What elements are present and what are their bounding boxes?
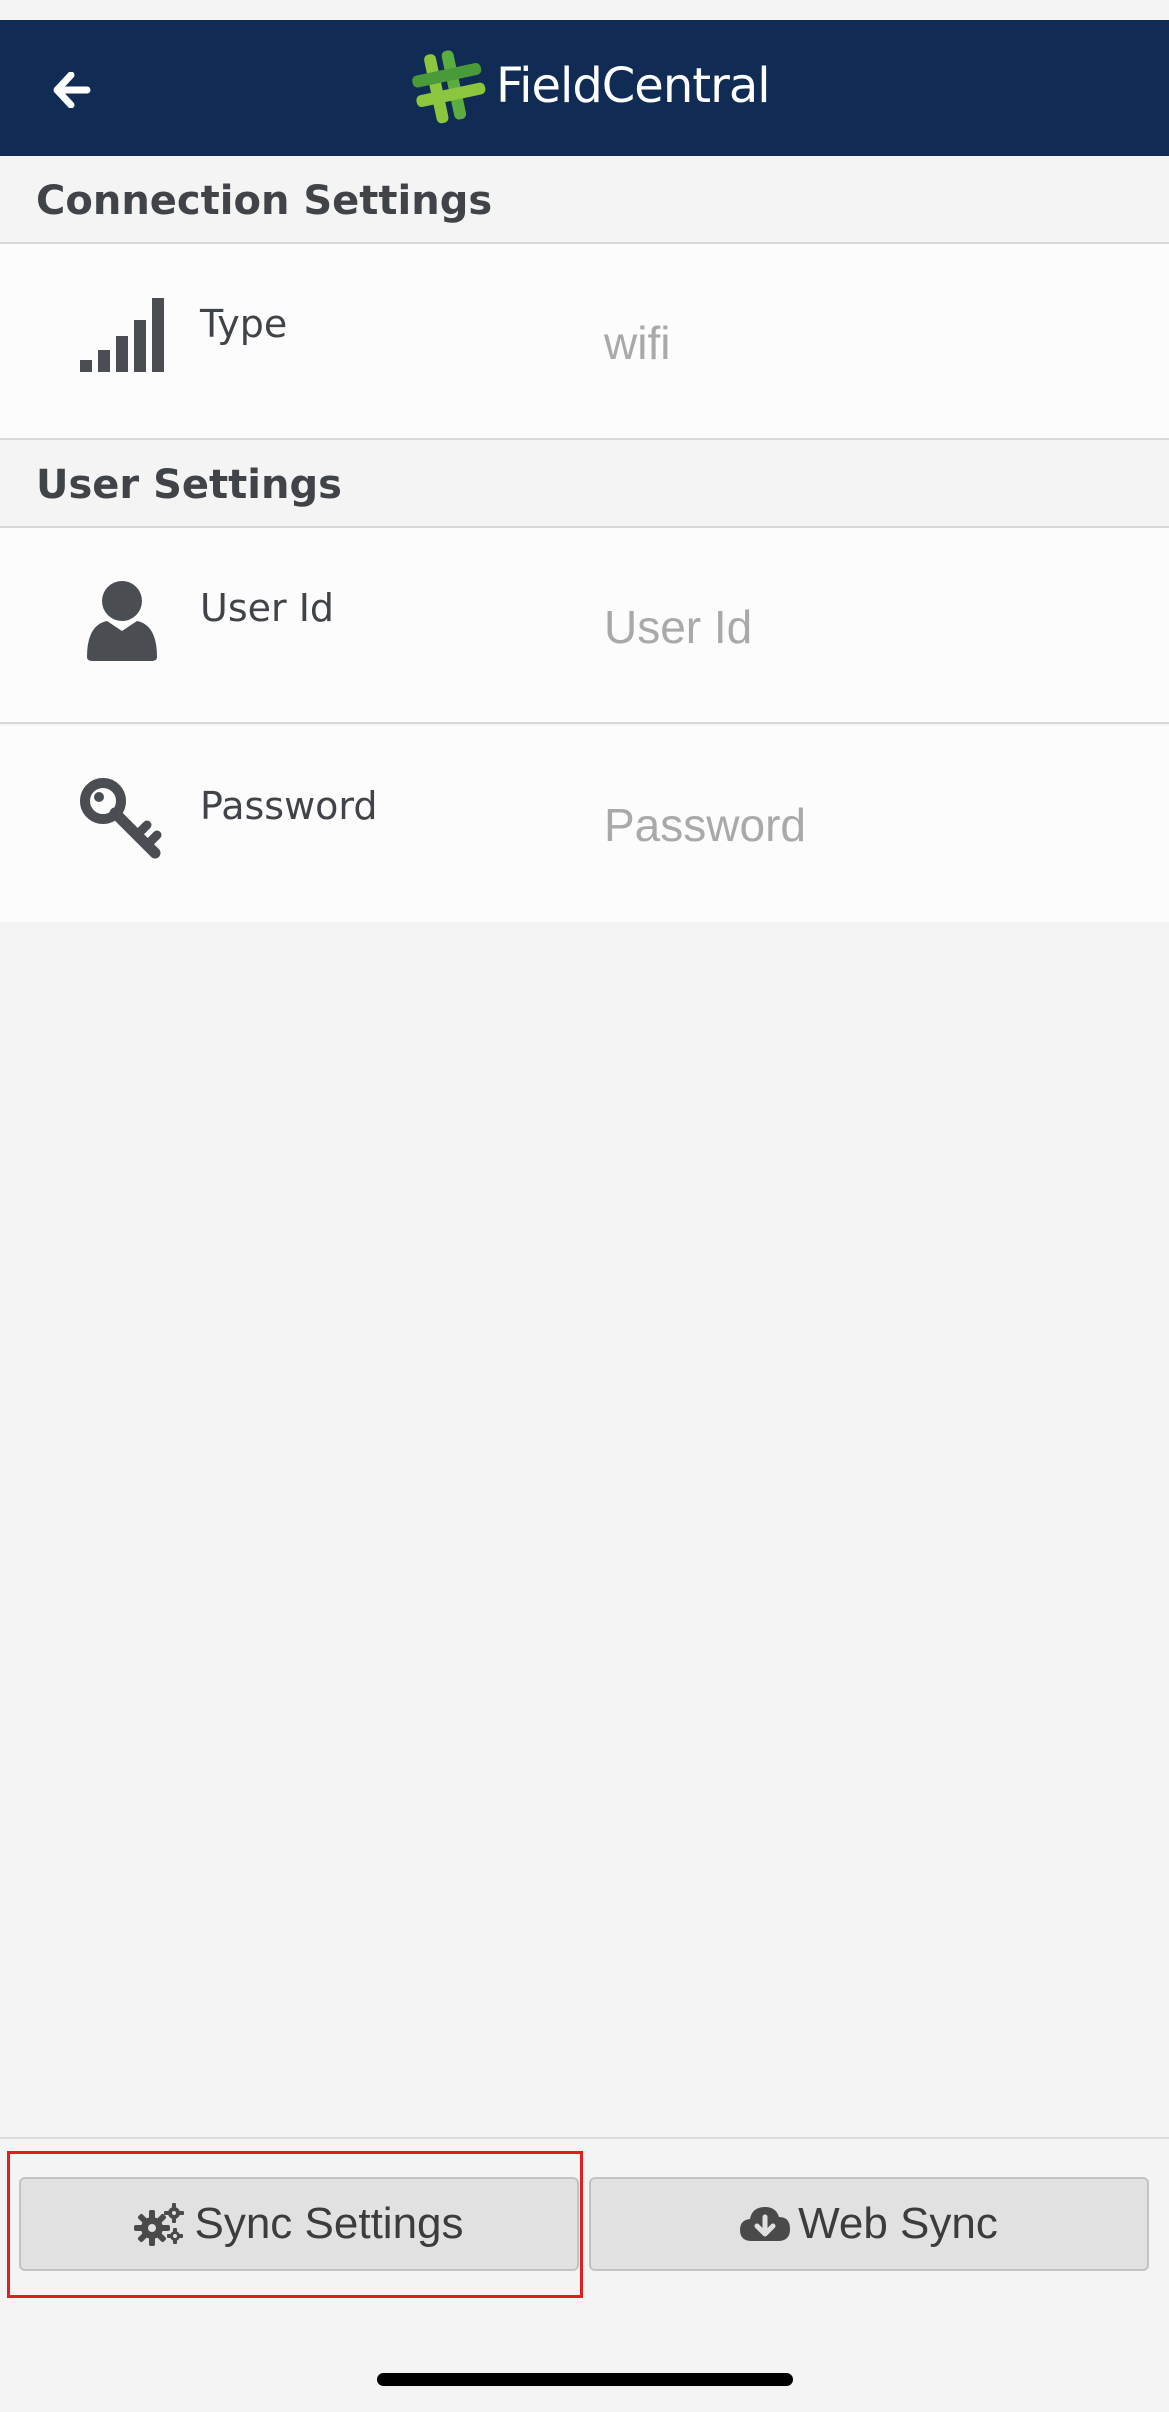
user-id-input[interactable] <box>604 600 1124 654</box>
app-header: FieldCentral <box>0 20 1169 156</box>
back-button[interactable] <box>44 62 100 118</box>
row-label: User Id <box>200 586 335 630</box>
cloud-download-icon <box>740 2207 791 2241</box>
signal-bars-icon <box>72 284 172 384</box>
gears-icon <box>134 2203 185 2246</box>
footer-divider <box>0 2137 1169 2139</box>
connection-type-value: wifi <box>604 317 671 369</box>
key-icon <box>72 768 172 868</box>
back-arrow-icon <box>53 72 91 108</box>
brand-name: FieldCentral <box>496 58 771 114</box>
section-title: Connection Settings <box>36 178 493 224</box>
row-label: Type <box>200 302 288 346</box>
password-row: Password <box>0 726 1169 922</box>
section-title: User Settings <box>36 462 342 508</box>
section-header-connection: Connection Settings <box>0 156 1169 244</box>
user-id-row: User Id <box>0 528 1169 724</box>
fieldcentral-logo-icon <box>412 50 486 124</box>
connection-type-row[interactable]: Type wifi <box>0 244 1169 440</box>
section-header-user: User Settings <box>0 440 1169 528</box>
row-label: Password <box>200 784 378 828</box>
brand-logo: FieldCentral <box>408 34 771 138</box>
user-icon <box>72 570 172 670</box>
sync-settings-button[interactable]: Sync Settings <box>19 2177 579 2271</box>
web-sync-label: Web Sync <box>798 2199 998 2248</box>
home-indicator <box>377 2373 793 2386</box>
sync-settings-label: Sync Settings <box>194 2199 464 2248</box>
web-sync-button[interactable]: Web Sync <box>589 2177 1149 2271</box>
password-input[interactable] <box>604 798 1124 852</box>
app-screen: FieldCentral Connection Settings Type wi… <box>0 0 1169 2412</box>
status-bar <box>0 0 1169 20</box>
